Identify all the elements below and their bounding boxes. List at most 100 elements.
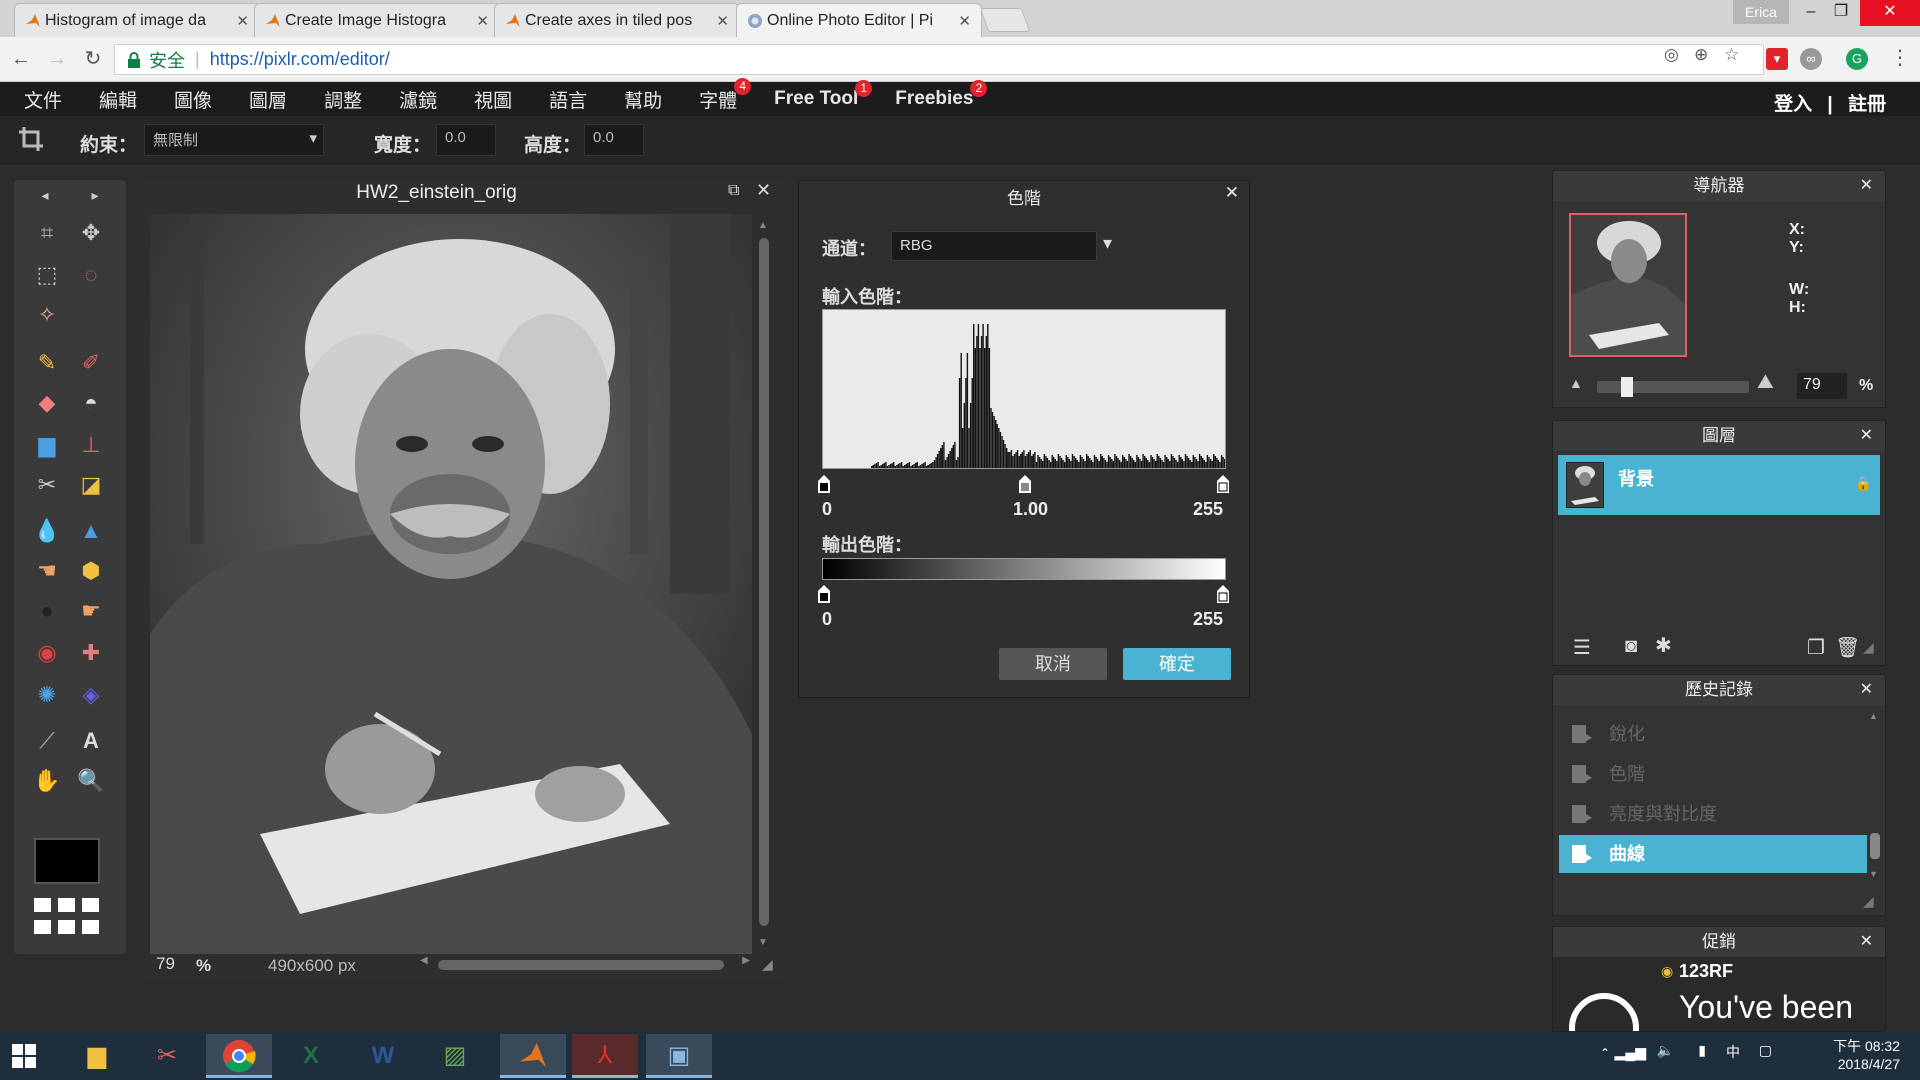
text-tool-icon[interactable]: A xyxy=(76,726,106,756)
word-icon[interactable]: W xyxy=(350,1034,416,1078)
back-icon[interactable]: ← xyxy=(8,46,34,72)
zoom-input[interactable]: 79 xyxy=(156,954,175,974)
paint-icon[interactable]: ▨ xyxy=(422,1034,488,1078)
layer-settings-icon[interactable]: ☰ xyxy=(1573,635,1591,660)
stamp-tool-icon[interactable]: ⊥ xyxy=(76,430,106,460)
history-item[interactable]: 亮度與對比度 xyxy=(1559,795,1867,833)
extension-icon[interactable]: ∞ xyxy=(1800,48,1822,70)
zoom-percent-input[interactable]: 79 xyxy=(1797,373,1847,399)
move-tool-icon[interactable]: ✥ xyxy=(76,218,106,248)
close-icon[interactable]: ✕ xyxy=(476,12,489,30)
trash-icon[interactable]: 🗑 xyxy=(1835,635,1860,660)
browser-tab[interactable]: Create axes in tiled pos ✕ xyxy=(494,3,740,37)
bloat-tool-icon[interactable]: ✺ xyxy=(32,680,62,710)
reload-icon[interactable]: ↻ xyxy=(80,46,106,72)
pencil-tool-icon[interactable]: ✎ xyxy=(32,348,62,378)
history-item[interactable]: 銳化 xyxy=(1559,715,1867,753)
resize-handle-icon[interactable]: ◢ xyxy=(762,956,773,973)
foreground-color-swatch[interactable] xyxy=(34,838,100,884)
close-icon[interactable]: ✕ xyxy=(958,12,971,30)
menu-kebab-icon[interactable]: ⋮ xyxy=(1890,45,1910,70)
eraser-tool-icon[interactable]: ◆ xyxy=(32,388,62,418)
layer-effects-icon[interactable]: ✱ xyxy=(1655,633,1672,658)
red-eye-icon[interactable]: ◉ xyxy=(32,638,62,668)
location-icon[interactable]: ◎ xyxy=(1664,45,1679,65)
acrobat-icon[interactable]: ⅄ xyxy=(572,1034,638,1078)
volume-icon[interactable]: 🔈 xyxy=(1657,1042,1674,1059)
ok-button[interactable]: 確定 xyxy=(1123,648,1231,680)
close-icon[interactable]: ✕ xyxy=(756,180,771,201)
sharpen-tool-icon[interactable]: ▲ xyxy=(76,516,106,546)
zoom-icon[interactable]: ⊕ xyxy=(1694,45,1708,65)
file-explorer-icon[interactable]: ▆ xyxy=(64,1034,130,1078)
new-tab-button[interactable] xyxy=(979,8,1031,32)
gradient-tool-icon[interactable]: ▆ xyxy=(32,430,62,460)
battery-icon[interactable]: ▮ xyxy=(1698,1042,1706,1059)
history-item[interactable]: 色階 xyxy=(1559,755,1867,793)
history-scrollbar[interactable]: ▲ ▼ xyxy=(1869,711,1881,879)
tray-expand-icon[interactable]: ⌃ xyxy=(1600,1046,1610,1060)
close-icon[interactable]: ✕ xyxy=(1860,421,1873,451)
omnibox[interactable]: 安全 | https://pixlr.com/editor/ xyxy=(114,44,1764,75)
color-replace-icon[interactable]: ◪ xyxy=(76,470,106,500)
pinch-tool-icon[interactable]: ◈ xyxy=(76,680,106,710)
snipping-tool-icon[interactable]: ✂ xyxy=(134,1034,200,1078)
history-item-active[interactable]: 曲線 xyxy=(1559,835,1867,873)
eyedropper-icon[interactable]: ⟋ xyxy=(32,726,62,756)
input-black-slider[interactable] xyxy=(818,475,830,493)
browser-tab[interactable]: Create Image Histogra ✕ xyxy=(254,3,500,37)
brush-tool-icon[interactable]: ✐ xyxy=(76,348,106,378)
lasso-tool-icon[interactable]: ◌ xyxy=(76,260,106,290)
close-icon[interactable]: ✕ xyxy=(1860,927,1873,957)
arrow-right-icon[interactable]: ▸ xyxy=(80,180,110,210)
height-input[interactable]: 0.0 xyxy=(584,124,644,156)
smudge-tool-icon[interactable]: ☚ xyxy=(32,556,62,586)
bucket-tool-icon[interactable]: ◓ xyxy=(76,388,106,418)
close-icon[interactable]: ✕ xyxy=(1860,675,1873,705)
resize-handle-icon[interactable]: ◢ xyxy=(1863,639,1874,656)
crop-tool-icon[interactable]: ⌗ xyxy=(32,218,62,248)
close-icon[interactable]: ✕ xyxy=(1225,183,1239,203)
close-icon[interactable]: ✕ xyxy=(1860,171,1873,201)
register-link[interactable]: 註冊 xyxy=(1848,94,1886,115)
restore-icon[interactable]: ❐ xyxy=(1818,0,1864,26)
menu-adjust[interactable]: 調整 xyxy=(324,86,362,113)
network-icon[interactable]: ▂▄▆ xyxy=(1615,1044,1646,1061)
zoom-tool-icon[interactable]: 🔍 xyxy=(76,766,106,796)
maximize-icon[interactable]: ⧉ xyxy=(728,182,739,200)
browser-tab-active[interactable]: Online Photo Editor | Pi ✕ xyxy=(736,3,982,37)
menu-view[interactable]: 視圖 xyxy=(474,86,512,113)
marquee-tool-icon[interactable]: ⬚ xyxy=(32,260,62,290)
grammarly-icon[interactable]: G xyxy=(1846,48,1868,70)
spot-heal-icon[interactable]: ✂ xyxy=(32,470,62,500)
menu-help[interactable]: 幫助 xyxy=(624,86,662,113)
input-white-slider[interactable] xyxy=(1217,475,1229,493)
menu-file[interactable]: 文件 xyxy=(24,86,62,113)
channel-select[interactable]: RBG xyxy=(891,231,1097,261)
input-gamma-slider[interactable] xyxy=(1019,475,1031,493)
arrow-left-icon[interactable]: ◂ xyxy=(30,180,60,210)
action-center-icon[interactable]: ▢ xyxy=(1759,1042,1772,1059)
chrome-icon[interactable] xyxy=(206,1034,272,1078)
sponge-tool-icon[interactable]: ⬢ xyxy=(76,556,106,586)
photos-icon[interactable]: ▣ xyxy=(646,1034,712,1078)
forward-icon[interactable]: → xyxy=(44,46,70,72)
burn-tool-icon[interactable]: ● xyxy=(32,596,62,626)
bookmark-star-icon[interactable]: ☆ xyxy=(1724,45,1739,65)
ime-indicator[interactable]: 中 xyxy=(1726,1042,1740,1062)
navigator-thumbnail[interactable] xyxy=(1569,213,1687,357)
output-white-slider[interactable] xyxy=(1217,585,1229,603)
cancel-button[interactable]: 取消 xyxy=(999,648,1107,680)
horizontal-scrollbar[interactable]: ◀ ▶ xyxy=(420,955,750,972)
close-icon[interactable]: ✕ xyxy=(236,12,249,30)
menu-language[interactable]: 語言 xyxy=(549,86,587,113)
hand-tool-icon[interactable]: ✋ xyxy=(32,766,62,796)
chevron-down-icon[interactable]: ▾ xyxy=(1103,233,1112,254)
login-link[interactable]: 登入 xyxy=(1774,94,1812,115)
matlab-icon[interactable] xyxy=(500,1034,566,1078)
url-text[interactable]: https://pixlr.com/editor/ xyxy=(210,49,390,70)
zoom-slider-thumb[interactable] xyxy=(1621,377,1633,397)
promo-banner[interactable]: 123RF ◉ You've been xyxy=(1553,957,1885,1031)
layer-row[interactable]: 背景 🔒 xyxy=(1558,455,1880,515)
pocket-extension-icon[interactable]: ▾ xyxy=(1766,48,1788,70)
